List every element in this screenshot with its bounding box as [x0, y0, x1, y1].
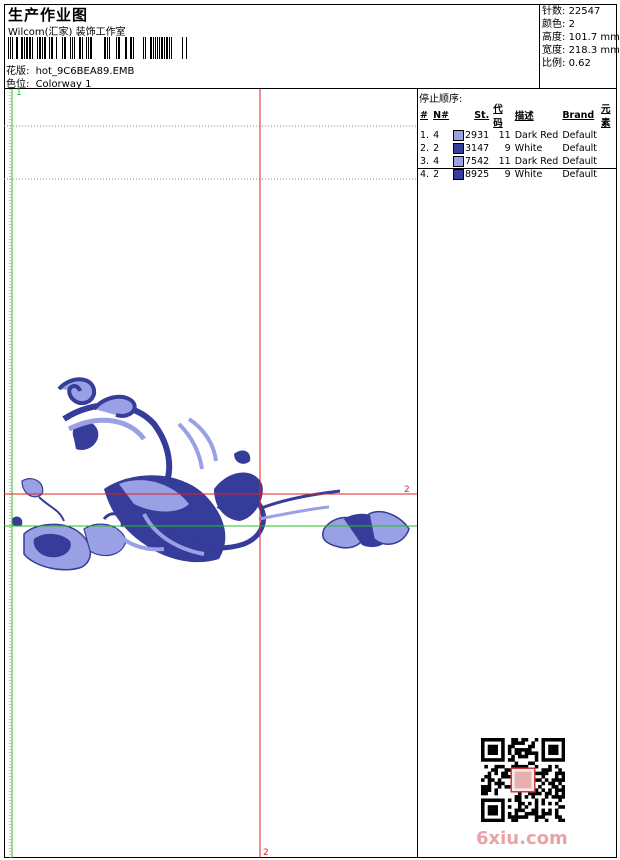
- col-header-element: 元素: [601, 104, 611, 129]
- row-code: 9: [504, 143, 511, 154]
- row-element: [599, 142, 620, 155]
- row-stitches: 7542: [451, 155, 491, 168]
- col-header-brand: Brand: [562, 109, 595, 121]
- table-row: 1. 4 2931 11 Dark Red Default: [418, 129, 620, 142]
- row-brand: Default: [562, 143, 598, 154]
- row-code: 9: [504, 169, 511, 180]
- col-header-stitches: St.: [474, 109, 490, 121]
- col-header-description: 描述: [514, 111, 534, 122]
- stat-stitches: 针数: 22547: [542, 6, 601, 17]
- green-guide-label: 1: [16, 88, 22, 98]
- page-title: 生产作业图: [8, 6, 89, 24]
- qr-code-image: [481, 738, 565, 822]
- row-needle: 2: [433, 169, 440, 180]
- row-brand: Default: [562, 156, 598, 167]
- row-needle: 4: [433, 156, 440, 167]
- red-vertical-guide-label: 2: [263, 848, 269, 858]
- row-element: [599, 155, 620, 168]
- row-index: 3.: [420, 156, 430, 167]
- row-index: 4.: [420, 169, 430, 180]
- row-stitches: 3147: [451, 142, 491, 155]
- row-needle: 2: [433, 143, 440, 154]
- barcode-image: [8, 37, 187, 59]
- stat-width: 宽度: 218.3 mm: [542, 45, 620, 56]
- color-swatch: [453, 169, 464, 180]
- col-header-needle: N#: [433, 109, 449, 121]
- row-description: Dark Red: [514, 156, 559, 167]
- table-row: 3. 4 7542 11 Dark Red Default: [418, 155, 620, 168]
- stat-scale: 比例: 0.62: [542, 58, 591, 69]
- row-description: White: [514, 169, 543, 180]
- row-description: Dark Red: [514, 130, 559, 141]
- col-header-index: #: [420, 109, 428, 121]
- row-stitches: 8925: [451, 168, 491, 181]
- row-stitches: 2931: [451, 129, 491, 142]
- row-code: 11: [498, 156, 511, 167]
- stat-colors: 颜色: 2: [542, 19, 575, 30]
- side-panel-separator: [417, 89, 418, 858]
- color-swatch: [453, 130, 464, 141]
- table-header-row: # N# St. 代码 描述 Brand 元素: [418, 101, 620, 129]
- row-code: 11: [498, 130, 511, 141]
- color-swatch: [453, 143, 464, 154]
- col-header-code: 代码: [493, 104, 503, 129]
- design-stats: 针数: 22547 颜色: 2 高度: 101.7 mm 宽度: 218.3 m…: [542, 5, 620, 70]
- header-stats-separator: [539, 4, 540, 88]
- stat-height: 高度: 101.7 mm: [542, 32, 620, 43]
- design-preview-canvas: [4, 89, 417, 858]
- site-watermark: 6xiu.com: [476, 828, 568, 849]
- row-brand: Default: [562, 130, 598, 141]
- right-flower-cluster: [322, 510, 410, 549]
- table-row: 4. 2 8925 9 White Default: [418, 168, 620, 181]
- color-swatch: [453, 156, 464, 167]
- row-needle: 4: [433, 130, 440, 141]
- table-row: 2. 2 3147 9 White Default: [418, 142, 620, 155]
- page-subtitle: Wilcom(汇家) 装饰工作室: [8, 27, 126, 38]
- row-index: 1.: [420, 130, 430, 141]
- row-brand: Default: [562, 169, 598, 180]
- row-element: [599, 168, 620, 181]
- red-horizontal-guide-label: 2: [404, 485, 410, 495]
- embroidery-design: [11, 377, 410, 571]
- row-element: [599, 129, 620, 142]
- stop-sequence-table: # N# St. 代码 描述 Brand 元素 1. 4 2931 11 Dark Re…: [418, 101, 620, 181]
- row-description: White: [514, 143, 543, 154]
- row-index: 2.: [420, 143, 430, 154]
